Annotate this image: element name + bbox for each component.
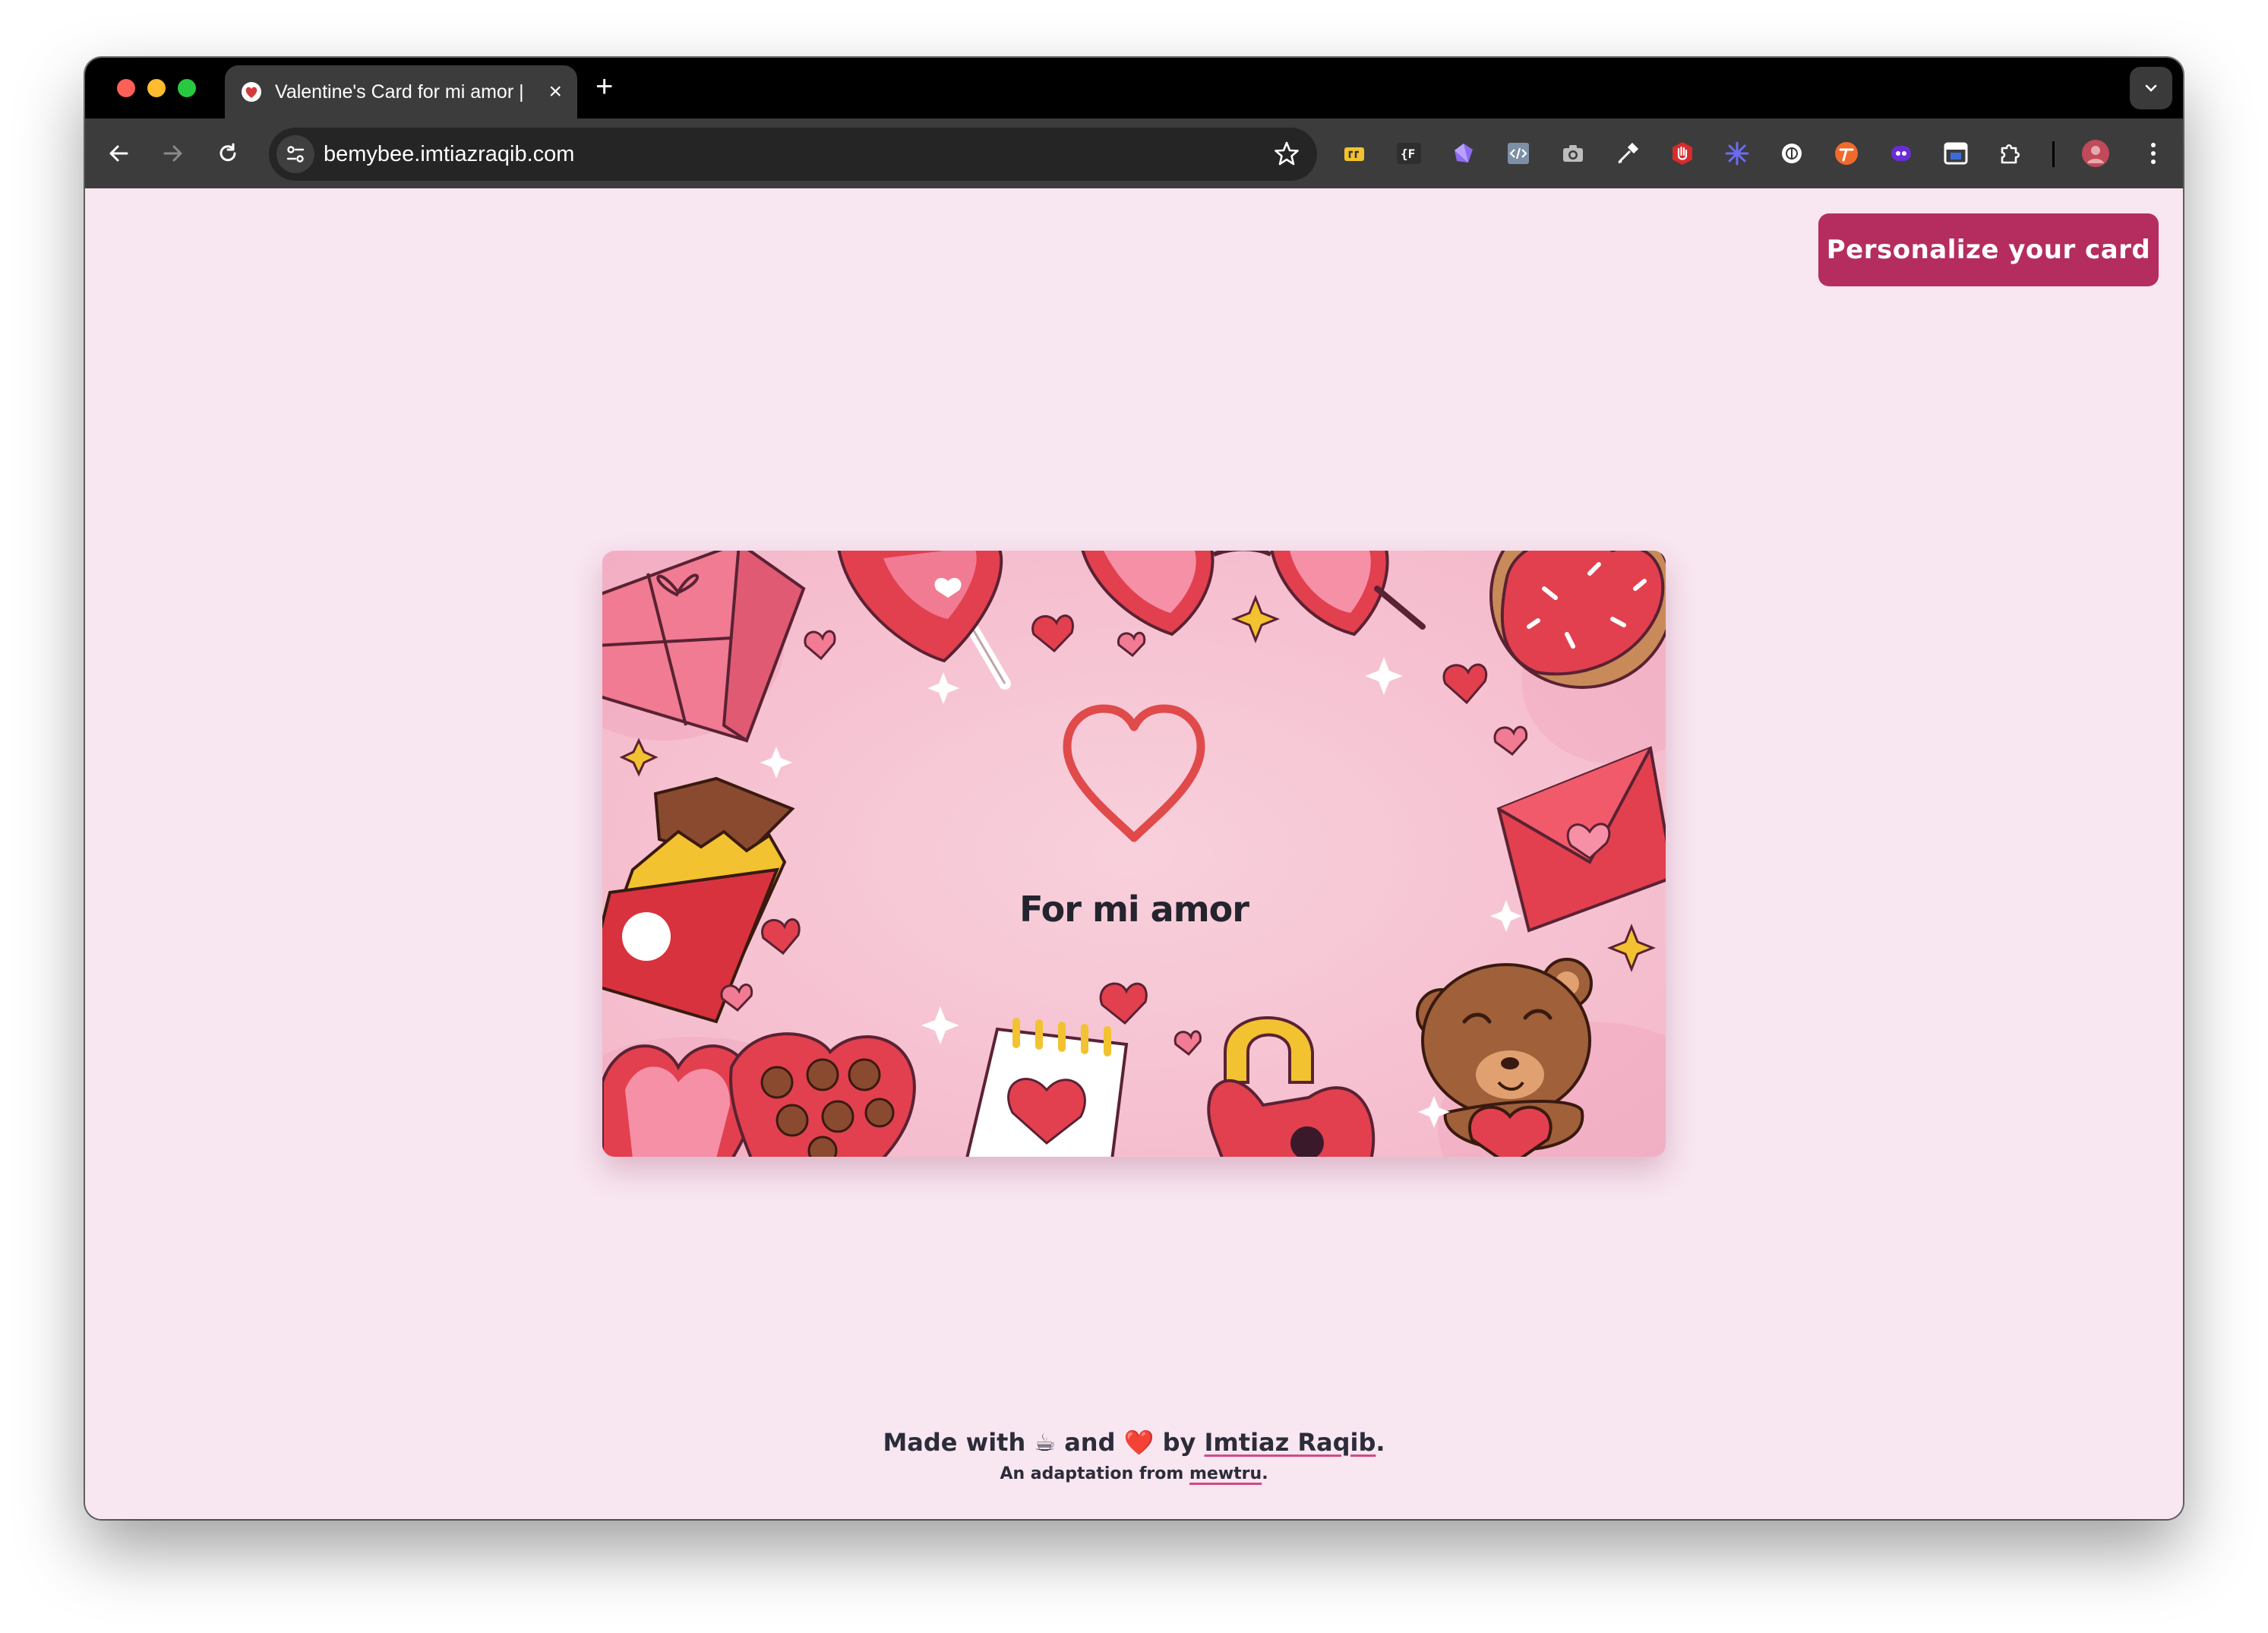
rose-favicon-icon [240, 81, 263, 103]
card-illustration [602, 551, 1666, 1157]
by-text: by [1162, 1428, 1196, 1457]
snowflake-icon[interactable] [1723, 139, 1752, 168]
maximize-window-button[interactable] [178, 79, 196, 97]
tab-search-button[interactable] [2130, 67, 2172, 109]
toolbar-divider [2052, 141, 2055, 167]
and-text: and [1064, 1428, 1116, 1457]
text-tool-icon[interactable] [1832, 139, 1861, 168]
json-formatter-icon[interactable]: {F [1395, 139, 1423, 168]
new-tab-button[interactable]: + [595, 71, 613, 102]
period-2: . [1262, 1464, 1268, 1483]
author-link[interactable]: Imtiaz Raqib [1205, 1428, 1376, 1457]
heart-icon: ❤️ [1123, 1428, 1155, 1457]
back-button[interactable] [100, 135, 137, 172]
profile-avatar[interactable] [2081, 139, 2110, 168]
arrow-right-icon [163, 145, 182, 162]
gem-extension-icon[interactable] [1449, 139, 1478, 168]
personalize-card-button[interactable]: Personalize your card [1818, 213, 2159, 286]
tab-active[interactable]: Valentine's Card for mi amor | × [225, 65, 577, 118]
valentine-card[interactable]: For mi amor [602, 551, 1666, 1157]
browser-window: Valentine's Card for mi amor | × + bemyb… [85, 58, 2183, 1519]
tab-title: Valentine's Card for mi amor | [275, 81, 524, 103]
camera-icon[interactable] [1559, 139, 1587, 168]
reload-icon [220, 143, 236, 162]
footer-adaptation: An adaptation from mewtru. [85, 1464, 2183, 1483]
close-window-button[interactable] [117, 79, 135, 97]
arrow-left-icon [109, 145, 128, 162]
minimize-window-button[interactable] [147, 79, 166, 97]
bookmark-star-icon[interactable] [1273, 140, 1300, 171]
close-tab-icon[interactable]: × [548, 81, 562, 103]
forward-button[interactable] [155, 135, 191, 172]
heart-chocolate-box-icon [602, 1032, 916, 1157]
url-text: bemybee.imtiazraqib.com [324, 142, 575, 166]
globe-icon[interactable] [1777, 139, 1806, 168]
site-info-button[interactable] [276, 135, 314, 173]
chevron-down-icon [2145, 84, 2157, 92]
reload-button[interactable] [210, 135, 246, 172]
kebab-menu-icon[interactable] [2139, 139, 2168, 168]
code-viewer-icon[interactable] [1504, 139, 1533, 168]
eyedropper-icon[interactable] [1613, 139, 1642, 168]
tune-icon [286, 146, 305, 163]
adaptation-text: An adaptation from [1000, 1464, 1184, 1483]
svg-text:{F: {F [1401, 147, 1415, 161]
browser-toolbar: bemybee.imtiazraqib.com {F [85, 118, 2183, 188]
hand-stop-icon[interactable] [1668, 139, 1697, 168]
card-title: For mi amor [1019, 889, 1249, 930]
mewtru-link[interactable]: mewtru [1189, 1464, 1262, 1483]
screen-capture-icon[interactable] [1941, 139, 1970, 168]
made-with-text: Made with [883, 1428, 1026, 1457]
footer-credits: Made with ☕ and ❤️ by Imtiaz Raqib. [85, 1428, 2183, 1457]
period: . [1376, 1428, 1385, 1457]
folder-extension-icon[interactable] [1340, 139, 1369, 168]
page-content: Personalize your card For mi amor Made w… [85, 188, 2183, 1519]
address-bar[interactable]: bemybee.imtiazraqib.com [269, 128, 1317, 181]
coffee-icon: ☕ [1034, 1428, 1057, 1457]
puzzle-icon[interactable] [1996, 139, 2025, 168]
purple-extension-icon[interactable] [1887, 139, 1916, 168]
tab-strip: Valentine's Card for mi amor | × + [85, 58, 2183, 118]
